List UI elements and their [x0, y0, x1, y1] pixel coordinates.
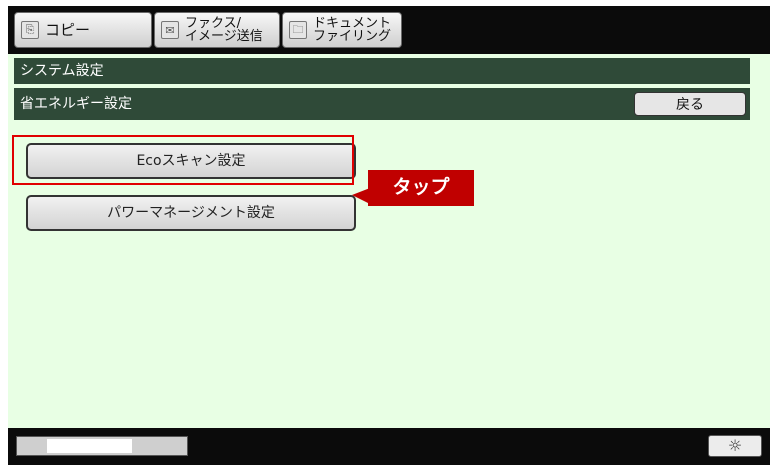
device-screen: ⎘ コピー ✉ ファクス/ イメージ送信 🗀 ドキュメント ファイリング システ…: [8, 6, 770, 465]
tab-document-filing[interactable]: 🗀 ドキュメント ファイリング: [282, 12, 402, 48]
tap-callout: タップ: [368, 170, 474, 206]
system-settings-title: システム設定: [20, 63, 104, 79]
sun-icon: ☼: [727, 436, 743, 455]
status-bar: ☼: [8, 428, 770, 465]
copy-icon: ⎘: [21, 21, 39, 39]
tab-copy-label: コピー: [45, 20, 91, 39]
progress-fill: [47, 439, 132, 453]
job-progress-bar: [16, 436, 188, 456]
document-filing-icon: 🗀: [289, 21, 307, 39]
tab-fax-label: ファクス/ イメージ送信: [185, 16, 263, 44]
fax-icon: ✉: [161, 21, 179, 39]
settings-content: システム設定 省エネルギー設定 戻る Ecoスキャン設定 パワーマネージメント設…: [8, 54, 770, 428]
mode-tab-bar: ⎘ コピー ✉ ファクス/ イメージ送信 🗀 ドキュメント ファイリング: [8, 6, 770, 54]
power-management-settings-button[interactable]: パワーマネージメント設定: [26, 195, 356, 231]
brightness-button[interactable]: ☼: [708, 435, 762, 457]
tab-copy[interactable]: ⎘ コピー: [14, 12, 152, 48]
system-settings-header: システム設定: [14, 58, 750, 84]
tab-fax-image-send[interactable]: ✉ ファクス/ イメージ送信: [154, 12, 280, 48]
tap-callout-label: タップ: [392, 176, 450, 198]
energy-saving-header: 省エネルギー設定 戻る: [14, 88, 750, 120]
back-button[interactable]: 戻る: [634, 92, 746, 116]
tap-highlight-box: [12, 135, 354, 185]
energy-saving-title: 省エネルギー設定: [20, 96, 132, 112]
tab-document-filing-label: ドキュメント ファイリング: [313, 16, 392, 44]
